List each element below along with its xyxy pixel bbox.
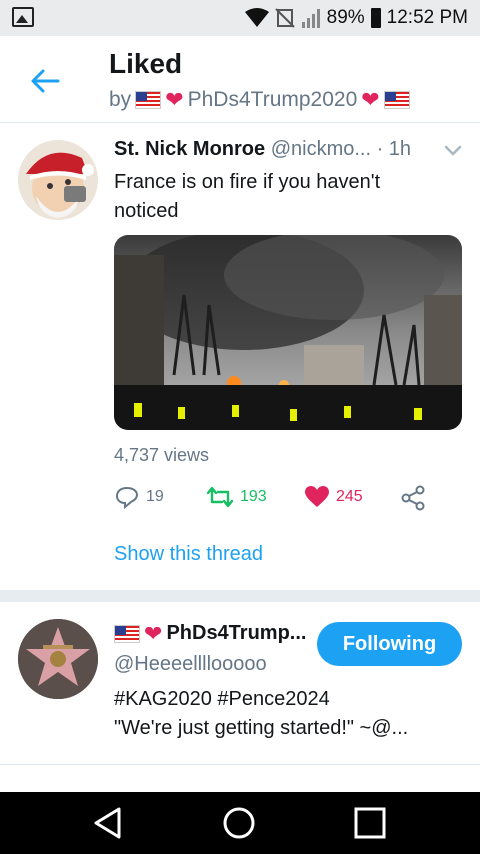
tweet-text-line: "We're just getting started!" ~@...: [114, 717, 409, 739]
following-button[interactable]: Following: [317, 622, 462, 666]
chevron-down-icon[interactable]: [444, 145, 462, 157]
show-thread-link[interactable]: Show this thread: [114, 543, 263, 566]
by-label: by: [109, 88, 132, 111]
battery-percent: 89%: [326, 7, 365, 28]
reply-icon: [115, 486, 139, 509]
battery-icon: [370, 8, 381, 28]
view-count: 4,737 views: [114, 445, 210, 465]
app-header: Liked by ❤ PhDs4Trump2020 ❤: [0, 36, 480, 123]
user-handle[interactable]: @Heeeellllooooo: [114, 653, 267, 676]
tweet-text: #KAG2020 #Pence2024 "We're just getting …: [114, 685, 408, 743]
share-icon[interactable]: [400, 485, 426, 511]
display-name: PhDs4Trump...: [166, 622, 307, 644]
tweet-text-line: #KAG2020 #Pence2024: [114, 688, 330, 710]
video-thumbnail[interactable]: [114, 235, 462, 430]
retweet-count: 193: [240, 488, 267, 505]
reply-count: 19: [146, 488, 164, 505]
tweet-text-line: France is on fire if you haven't: [114, 171, 381, 193]
tweet-text: France is on fire if you haven't noticed: [114, 168, 380, 226]
recents-nav-icon[interactable]: [354, 807, 386, 839]
reply-button[interactable]: 19: [114, 485, 164, 509]
page-subtitle: by ❤ PhDs4Trump2020 ❤: [109, 88, 410, 112]
no-sim-icon: [274, 8, 295, 28]
retweet-icon: [206, 486, 234, 508]
tweet-card[interactable]: St. Nick Monroe @nickmo... · 1h France i…: [0, 123, 480, 589]
back-arrow-icon[interactable]: [28, 64, 62, 98]
avatar[interactable]: [18, 619, 98, 699]
tweet-author[interactable]: St. Nick Monroe @nickmo... · 1h: [114, 138, 411, 161]
heart-emoji-icon: ❤: [361, 87, 380, 112]
status-icons: 89% 12:52 PM: [244, 7, 468, 29]
retweet-button[interactable]: 193: [206, 485, 267, 509]
like-button[interactable]: 245: [304, 485, 363, 509]
gallery-icon: [12, 7, 34, 27]
tweet-author[interactable]: ❤ PhDs4Trump...: [114, 622, 306, 645]
divider: [0, 590, 480, 602]
us-flag-icon: [383, 91, 410, 109]
home-nav-icon[interactable]: [222, 806, 256, 840]
page-title: Liked: [109, 48, 183, 79]
us-flag-icon: [114, 624, 140, 643]
tweet-time: · 1h: [376, 138, 412, 160]
user-handle: @nickmo...: [270, 138, 372, 160]
tweet-actions: 19 193 245: [114, 485, 434, 515]
clock: 12:52 PM: [386, 7, 468, 28]
tweet-card[interactable]: ❤ PhDs4Trump... Following @Heeeelllloooo…: [0, 602, 480, 765]
tweet-text-line: noticed: [114, 200, 179, 222]
display-name: St. Nick Monroe: [114, 138, 266, 160]
heart-emoji-icon: ❤: [144, 620, 163, 646]
avatar[interactable]: [18, 140, 98, 220]
heart-emoji-icon: ❤: [165, 87, 184, 112]
heart-icon: [305, 486, 329, 507]
liked-by-user: PhDs4Trump2020: [187, 88, 358, 111]
signal-icon: [301, 9, 320, 28]
like-count: 245: [336, 488, 363, 505]
back-nav-icon[interactable]: [92, 806, 124, 840]
us-flag-icon: [135, 91, 162, 109]
wifi-icon: [244, 8, 269, 27]
navigation-bar: [0, 792, 480, 854]
status-bar: 89% 12:52 PM: [0, 0, 480, 36]
